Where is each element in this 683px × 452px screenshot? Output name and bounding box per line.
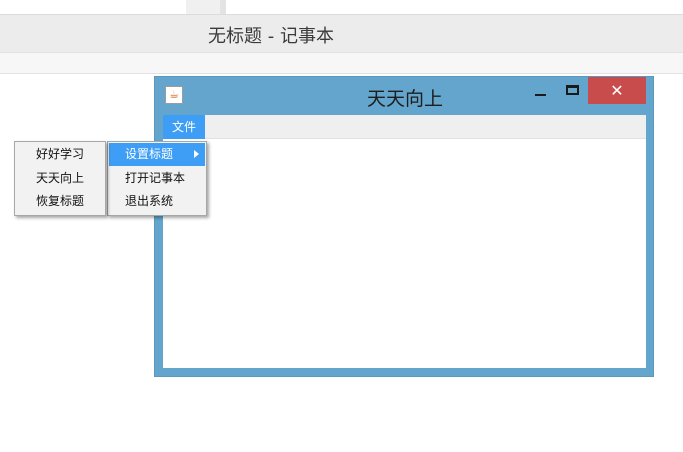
menu-item-open-notepad[interactable]: 打开记事本 <box>109 167 205 190</box>
submenu-item-label: 天天向上 <box>36 171 85 185</box>
close-icon: ✕ <box>610 81 624 100</box>
notepad-top-strip <box>0 0 683 14</box>
close-button[interactable]: ✕ <box>588 77 646 104</box>
submenu-item-label: 恢复标题 <box>36 194 85 208</box>
submenu-item-label: 好好学习 <box>36 147 85 161</box>
menu-item-label: 打开记事本 <box>125 171 186 185</box>
menu-file[interactable]: 文件 <box>163 115 205 139</box>
menu-item-label: 退出系统 <box>125 194 174 208</box>
title-submenu-popup: 好好学习 天天向上 恢复标题 <box>14 141 106 216</box>
maximize-button[interactable] <box>562 81 582 101</box>
submenu-item-day-up[interactable]: 天天向上 <box>16 167 104 190</box>
menu-item-set-title[interactable]: 设置标题 <box>109 143 205 166</box>
minimize-button[interactable] <box>530 81 550 101</box>
submenu-item-study[interactable]: 好好学习 <box>16 143 104 166</box>
notepad-top-block <box>186 0 220 14</box>
file-menu-popup: 设置标题 打开记事本 退出系统 <box>107 141 207 216</box>
menu-item-label: 设置标题 <box>125 147 174 161</box>
app-window: ☕ 天天向上 ✕ 文件 <box>154 76 654 377</box>
window-content: 文件 <box>163 115 646 368</box>
notepad-title: 无标题 - 记事本 <box>208 26 334 47</box>
notepad-top-block-edge <box>220 0 226 14</box>
submenu-item-restore-title[interactable]: 恢复标题 <box>16 190 104 213</box>
menu-item-exit[interactable]: 退出系统 <box>109 190 205 213</box>
notepad-menubar <box>0 52 683 74</box>
maximize-icon <box>566 85 579 95</box>
menubar: 文件 <box>163 115 646 139</box>
submenu-arrow-icon <box>194 150 199 158</box>
notepad-titlebar[interactable]: 无标题 - 记事本 <box>0 14 683 52</box>
minimize-icon <box>535 94 546 96</box>
